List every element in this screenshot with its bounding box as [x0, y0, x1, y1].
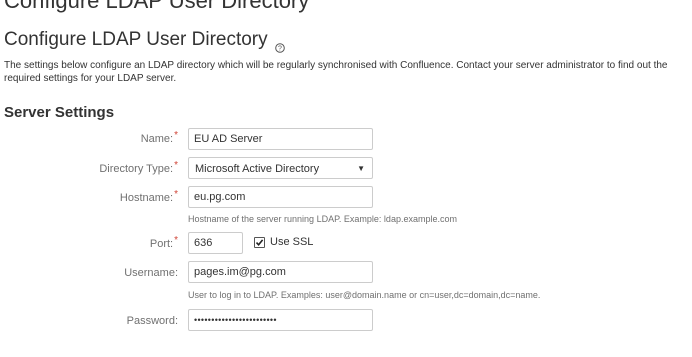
hostname-label: Hostname:*: [119, 189, 178, 204]
username-label: Username:: [124, 267, 178, 279]
page-header-title: Configure LDAP User Directory: [4, 0, 310, 13]
port-label: Port:*: [149, 235, 178, 250]
svg-text:?: ?: [278, 45, 282, 52]
use-ssl-option[interactable]: Use SSL: [254, 236, 313, 248]
username-field[interactable]: pages.im@pg.com: [188, 261, 373, 283]
help-circle-icon[interactable]: ?: [274, 37, 285, 53]
name-field[interactable]: EU AD Server: [188, 128, 373, 150]
use-ssl-label: Use SSL: [270, 236, 314, 248]
page-title-text: Configure LDAP User Directory: [4, 29, 268, 50]
server-settings-heading: Server Settings: [4, 104, 115, 121]
page-title: Configure LDAP User Directory ?: [4, 29, 285, 53]
required-marker: *: [174, 235, 178, 246]
use-ssl-checkbox[interactable]: [254, 236, 265, 248]
dropdown-arrow-icon: ▼: [357, 164, 365, 173]
port-field[interactable]: 636: [188, 232, 243, 254]
required-marker: *: [174, 189, 178, 200]
directory-type-selected-value: Microsoft Active Directory: [195, 163, 320, 175]
password-label: Password:: [126, 315, 178, 327]
directory-type-label: Directory Type:*: [99, 160, 178, 175]
hostname-hint: Hostname of the server running LDAP. Exa…: [188, 214, 457, 224]
ldap-config-page: Configure LDAP User Directory Configure …: [0, 0, 692, 357]
checkmark-icon: [255, 238, 264, 246]
directory-type-select[interactable]: Microsoft Active Directory ▼: [188, 157, 373, 179]
required-marker: *: [174, 130, 178, 141]
hostname-field[interactable]: eu.pg.com: [188, 186, 373, 208]
required-marker: *: [174, 160, 178, 171]
name-label: Name:*: [140, 130, 178, 145]
password-field[interactable]: ••••••••••••••••••••••••: [188, 309, 373, 331]
page-description: The settings below configure an LDAP dir…: [4, 60, 668, 84]
username-hint: User to log in to LDAP. Examples: user@d…: [188, 290, 541, 300]
